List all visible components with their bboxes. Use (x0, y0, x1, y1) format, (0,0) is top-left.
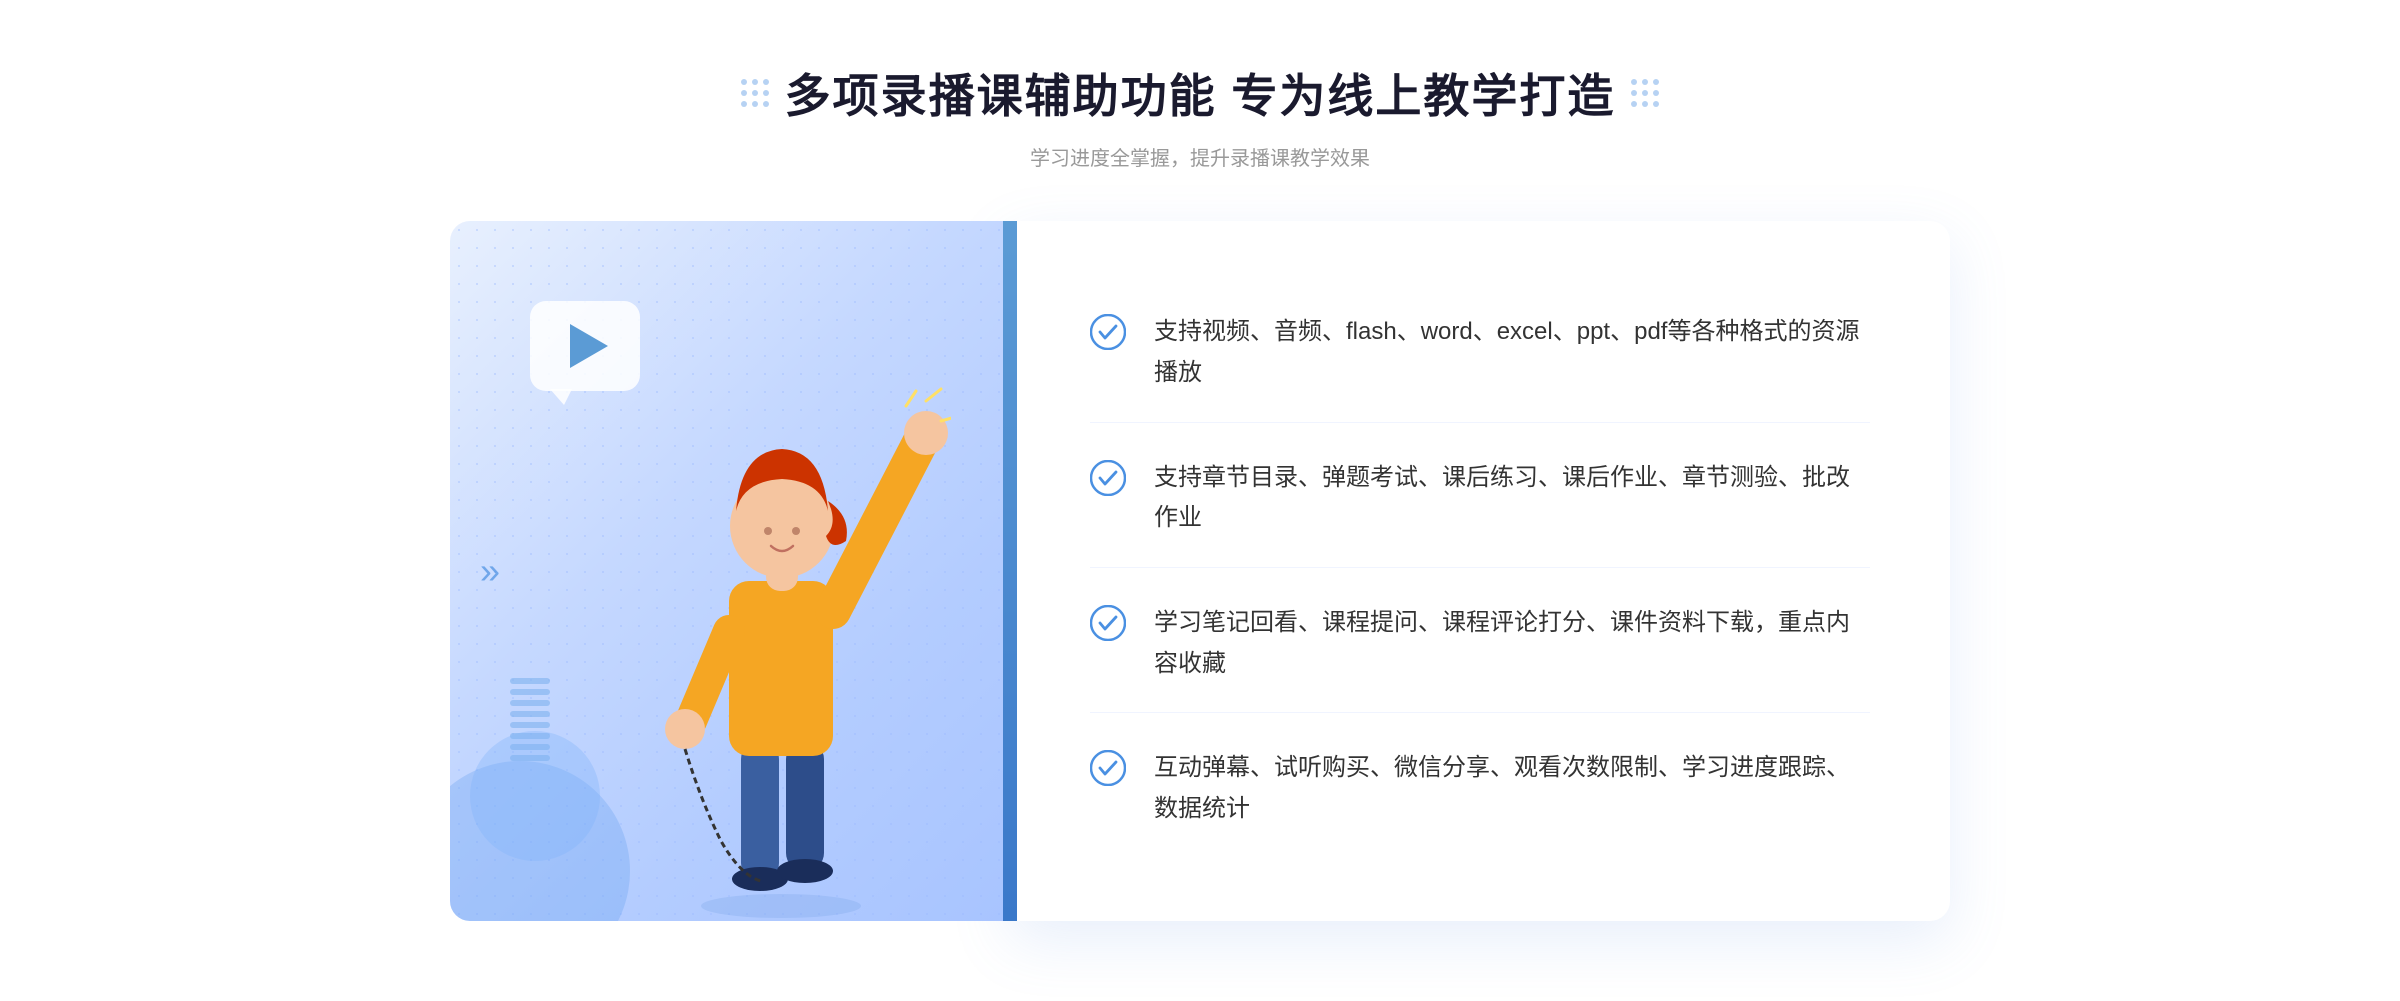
feature-text-1: 支持视频、音频、flash、word、excel、ppt、pdf等各种格式的资源… (1154, 312, 1870, 394)
page-subtitle: 学习进度全掌握，提升录播课教学效果 (741, 142, 1660, 171)
feature-text-2: 支持章节目录、弹题考试、课后练习、课后作业、章节测验、批改作业 (1154, 458, 1870, 540)
play-icon (570, 324, 608, 368)
decorative-dots-left (741, 79, 769, 107)
page-title: 多项录播课辅助功能 专为线上教学打造 (741, 60, 1660, 126)
header-section: 多项录播课辅助功能 专为线上教学打造 学习进度全掌握，提升录播课教学效果 (741, 60, 1660, 171)
feature-text-3: 学习笔记回看、课程提问、课程评论打分、课件资料下载，重点内容收藏 (1154, 603, 1870, 685)
main-content: » (450, 221, 1950, 921)
check-circle-icon-1 (1090, 314, 1126, 350)
feature-text-4: 互动弹幕、试听购买、微信分享、观看次数限制、学习进度跟踪、数据统计 (1154, 748, 1870, 830)
illustration-panel: » (450, 221, 1010, 921)
feature-item-3: 学习笔记回看、课程提问、课程评论打分、课件资料下载，重点内容收藏 (1090, 575, 1870, 714)
feature-item-4: 互动弹幕、试听购买、微信分享、观看次数限制、学习进度跟踪、数据统计 (1090, 720, 1870, 858)
check-circle-icon-2 (1090, 460, 1126, 496)
person-illustration (611, 341, 951, 921)
arrow-left-icon: » (480, 550, 500, 592)
page-wrapper: 多项录播课辅助功能 专为线上教学打造 学习进度全掌握，提升录播课教学效果 (0, 0, 2400, 1001)
features-panel: 支持视频、音频、flash、word、excel、ppt、pdf等各种格式的资源… (1010, 221, 1950, 921)
decorative-dots-right (1631, 79, 1659, 107)
decorative-lines (510, 678, 550, 761)
check-circle-icon-4 (1090, 750, 1126, 786)
feature-item-1: 支持视频、音频、flash、word、excel、ppt、pdf等各种格式的资源… (1090, 284, 1870, 423)
accent-bar (1003, 221, 1017, 921)
check-circle-icon-3 (1090, 605, 1126, 641)
feature-item-2: 支持章节目录、弹题考试、课后练习、课后作业、章节测验、批改作业 (1090, 430, 1870, 569)
